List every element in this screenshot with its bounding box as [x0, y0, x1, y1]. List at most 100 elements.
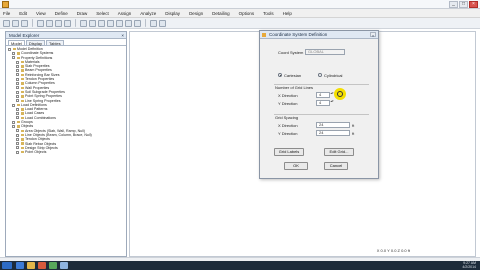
toolbar-divider — [32, 19, 33, 27]
expand-icon[interactable] — [16, 82, 19, 86]
folder-icon — [20, 151, 24, 154]
tab-model[interactable]: Model — [8, 40, 25, 46]
pan-icon[interactable] — [107, 19, 114, 27]
x-grid-lines-input[interactable]: 4 — [316, 92, 330, 98]
expand-icon[interactable] — [16, 60, 19, 64]
menu-view[interactable]: View — [36, 11, 46, 16]
menu-help[interactable]: Help — [283, 11, 292, 16]
y-grid-lines-input[interactable]: 4 — [316, 100, 330, 106]
explorer-tree: Model Definition Coordinate Systems Prop… — [6, 46, 126, 154]
expand-icon[interactable] — [16, 146, 19, 150]
expand-icon[interactable] — [16, 129, 19, 133]
expand-icon[interactable] — [16, 150, 19, 154]
run-icon[interactable] — [80, 19, 87, 27]
spinner-icon[interactable]: ▴▾ — [330, 100, 334, 106]
y-spacing-input[interactable]: 24 — [316, 130, 350, 136]
app-icon[interactable] — [49, 262, 57, 269]
lock-icon[interactable] — [64, 19, 71, 27]
ok-button[interactable]: OK — [284, 162, 308, 170]
coordinate-system-dialog: Coordinate System Definition × Coord Sys… — [259, 30, 379, 179]
expand-icon[interactable] — [16, 107, 19, 111]
app-icon — [2, 1, 9, 8]
collapse-icon[interactable] — [12, 103, 15, 107]
view-elevation-icon[interactable] — [134, 19, 141, 27]
expand-icon[interactable] — [16, 94, 19, 98]
expand-icon[interactable] — [16, 73, 19, 77]
coordinate-readout: X 0.0 Y 0.0 Z 0.0 ft — [376, 248, 410, 253]
explorer-icon[interactable] — [27, 262, 35, 269]
menu-display[interactable]: Display — [165, 11, 180, 16]
collapse-icon[interactable] — [8, 47, 11, 51]
menu-draw[interactable]: Draw — [77, 11, 88, 16]
menu-edit[interactable]: Edit — [19, 11, 27, 16]
menu-assign[interactable]: Assign — [118, 11, 132, 16]
menu-file[interactable]: File — [3, 11, 10, 16]
folder-icon — [16, 56, 20, 59]
expand-icon[interactable] — [16, 133, 19, 137]
zoom-in-icon[interactable] — [89, 19, 96, 27]
close-icon[interactable]: × — [370, 32, 376, 38]
view-plan-icon[interactable] — [125, 19, 132, 27]
expand-icon[interactable] — [16, 137, 19, 141]
expand-icon[interactable] — [16, 90, 19, 94]
grid-labels-button[interactable]: Grid Labels — [274, 148, 304, 156]
expand-icon[interactable] — [12, 120, 15, 124]
cancel-button[interactable]: Cancel — [324, 162, 348, 170]
new-icon[interactable] — [3, 19, 10, 27]
browser-icon[interactable] — [16, 262, 24, 269]
display-icon[interactable] — [150, 19, 157, 27]
collapse-icon[interactable] — [12, 56, 15, 60]
open-icon[interactable] — [12, 19, 19, 27]
dialog-titlebar: Coordinate System Definition × — [260, 31, 378, 39]
expand-icon[interactable] — [16, 77, 19, 81]
tab-tables[interactable]: Tables — [46, 40, 64, 46]
safe-app-icon[interactable] — [60, 262, 68, 269]
folder-icon — [20, 95, 24, 98]
expand-icon[interactable] — [16, 69, 19, 73]
collapse-icon[interactable] — [12, 124, 15, 128]
refresh-icon[interactable] — [55, 19, 62, 27]
expand-icon[interactable] — [12, 51, 15, 55]
save-icon[interactable] — [21, 19, 28, 27]
redo-icon[interactable] — [46, 19, 53, 27]
close-icon[interactable]: × — [121, 32, 124, 39]
x-spacing-input[interactable]: 24 — [316, 122, 350, 128]
folder-icon — [20, 116, 24, 120]
clock[interactable]: 9:27 AM 4/2/2014 — [462, 261, 476, 269]
menu-tools[interactable]: Tools — [263, 11, 274, 16]
media-icon[interactable] — [38, 262, 46, 269]
expand-icon[interactable] — [16, 112, 19, 116]
menu-analyze[interactable]: Analyze — [140, 11, 156, 16]
expand-icon[interactable] — [16, 86, 19, 90]
zoom-out-icon[interactable] — [98, 19, 105, 27]
design-icon[interactable] — [159, 19, 166, 27]
view-3d-icon[interactable] — [116, 19, 123, 27]
os-taskbar: 9:27 AM 4/2/2014 — [0, 261, 480, 270]
menu-select[interactable]: Select — [96, 11, 109, 16]
model-explorer-panel: Model Explorer × Model Display Tables Mo… — [5, 31, 127, 257]
tree-item[interactable]: Point Objects — [8, 150, 126, 154]
menu-detailing[interactable]: Detailing — [212, 11, 230, 16]
coord-system-field[interactable]: GLOBAL — [305, 49, 345, 55]
cartesian-radio[interactable] — [278, 73, 282, 77]
expand-icon[interactable] — [16, 64, 19, 68]
folder-icon — [20, 78, 24, 81]
menu-options[interactable]: Options — [239, 11, 255, 16]
edit-grid-button[interactable]: Edit Grid... — [324, 148, 354, 156]
menu-design[interactable]: Design — [189, 11, 203, 16]
minimize-icon[interactable]: _ — [449, 1, 458, 8]
folder-icon — [20, 90, 24, 94]
menu-define[interactable]: Define — [55, 11, 68, 16]
tab-display[interactable]: Display — [25, 40, 46, 46]
cylindrical-radio[interactable] — [318, 73, 322, 77]
y-spacing-label: Y Direction — [278, 131, 298, 136]
expand-icon[interactable] — [16, 116, 19, 120]
expand-icon[interactable] — [16, 142, 19, 146]
close-icon[interactable]: × — [469, 1, 478, 8]
expand-icon[interactable] — [16, 99, 19, 103]
start-button[interactable] — [2, 262, 12, 269]
tree-item-label: Point Objects — [25, 150, 47, 155]
cursor-highlight — [334, 88, 346, 100]
maximize-icon[interactable]: □ — [459, 1, 468, 8]
undo-icon[interactable] — [37, 19, 44, 27]
